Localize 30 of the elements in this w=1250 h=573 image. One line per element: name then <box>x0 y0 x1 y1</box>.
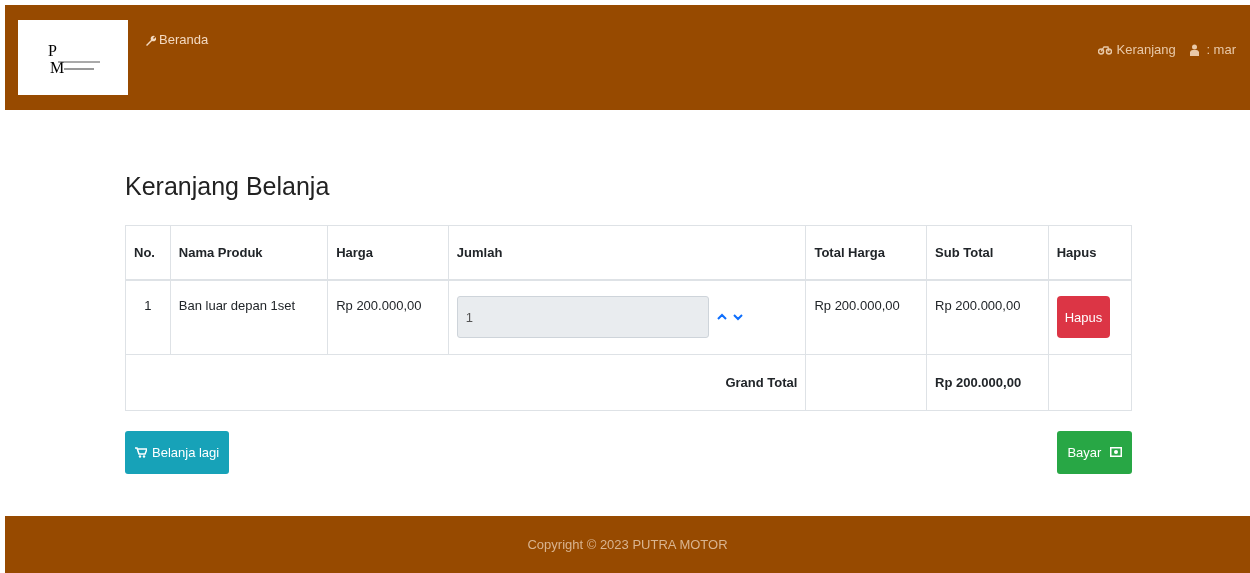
page-heading: Keranjang Belanja <box>125 172 331 201</box>
pay-button[interactable]: Bayar <box>1057 430 1132 474</box>
column-header: Sub Total <box>935 245 994 260</box>
table-cell: Rp 200.000,00 <box>814 298 900 313</box>
continue-shopping-button[interactable]: Belanja lagi <box>125 430 230 474</box>
column-header: Hapus <box>1056 245 1097 260</box>
table-cell: 1 <box>144 298 152 313</box>
logo[interactable]: P M <box>18 20 128 95</box>
grand-total-label: Grand Total <box>725 374 798 390</box>
bicycle-icon <box>1098 44 1113 55</box>
cart-link[interactable]: Keranjang <box>1098 42 1176 57</box>
stepper-icon[interactable] <box>716 312 743 322</box>
column-header: Jumlah <box>456 245 503 260</box>
column-header: Harga <box>336 245 373 260</box>
column-header: Nama Produk <box>178 245 263 260</box>
copyright-text: Copyright © 2023 PUTRA MOTOR <box>527 537 728 552</box>
home-link[interactable]: Beranda <box>145 32 209 47</box>
grand-total-value: Rp 200.000,00 <box>935 374 1022 390</box>
user-link[interactable]: : mar <box>1189 42 1236 57</box>
table-cell: Rp 200.000,00 <box>336 298 422 313</box>
money-icon <box>1110 447 1122 457</box>
column-header: Total Harga <box>814 245 885 260</box>
column-header: No. <box>134 245 155 260</box>
delete-button[interactable]: Hapus <box>1056 296 1111 338</box>
quantity-field[interactable]: 1 <box>456 296 709 338</box>
user-icon <box>1189 43 1199 56</box>
wrench-icon <box>145 33 156 46</box>
table-cell: Ban luar depan 1set <box>178 298 296 313</box>
table-cell: Rp 200.000,00 <box>935 298 1021 313</box>
cart-icon <box>135 446 147 458</box>
